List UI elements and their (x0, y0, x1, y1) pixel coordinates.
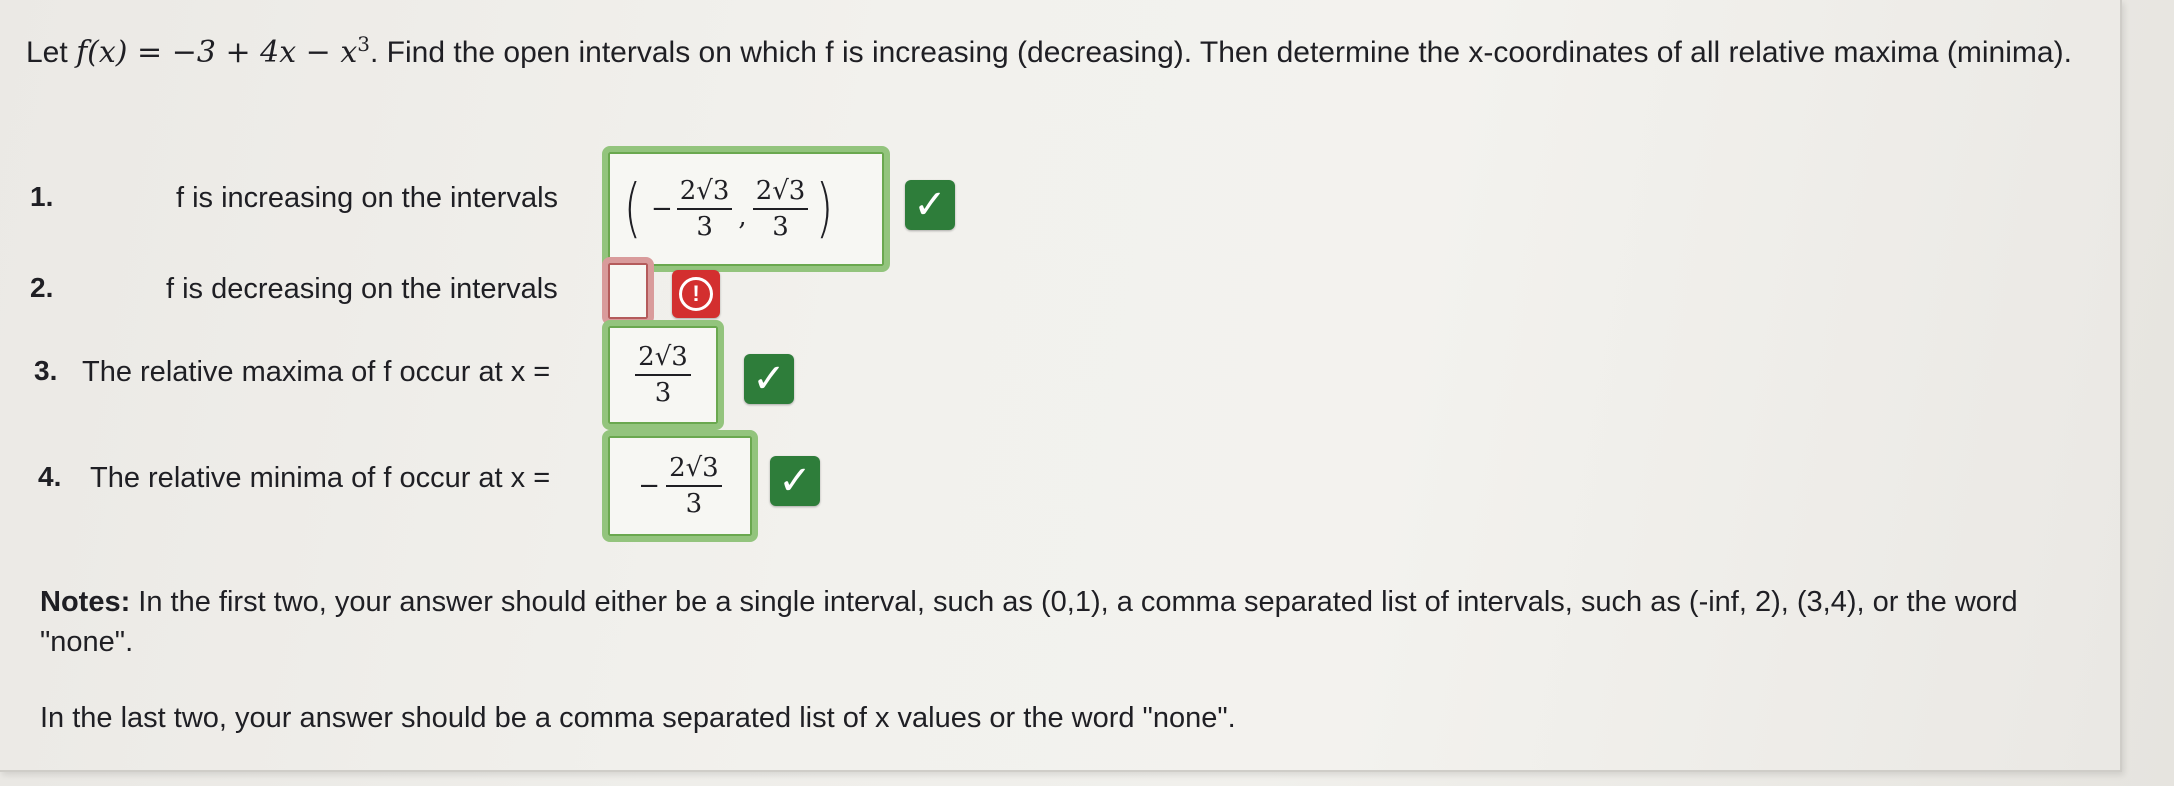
question-1-label: f is increasing on the intervals (176, 182, 559, 214)
correct-badge-3: ✓ (744, 354, 794, 404)
minus-sign: − (650, 194, 673, 224)
answer-box-4[interactable]: − 2√3 3 (602, 430, 758, 542)
check-icon: ✓ (778, 459, 812, 503)
denominator: 3 (654, 378, 672, 408)
answer-box-3[interactable]: 2√3 3 (602, 320, 724, 430)
notes-label: Notes: (40, 586, 131, 618)
answer-box-1[interactable]: ( − 2√3 3 , 2√3 3 ) (602, 146, 890, 272)
comma: , (738, 202, 747, 232)
notes-paragraph-2: In the last two, your answer should be a… (40, 702, 1236, 734)
correct-badge-4: ✓ (770, 456, 820, 506)
incorrect-badge-2: ! (672, 270, 720, 318)
question-3-label: The relative maxima of f occur at x = (82, 356, 551, 388)
correct-badge-1: ✓ (905, 180, 955, 230)
function-exponent: 3 (357, 32, 371, 56)
question-4-number: 4. (38, 461, 62, 492)
fraction: 2√3 3 (635, 342, 691, 408)
check-icon: ✓ (913, 183, 947, 227)
denominator: 3 (685, 489, 703, 519)
page-background: Let f(x) = −3 + 4x − x3. Find the open i… (0, 0, 2174, 786)
question-2-label: f is decreasing on the intervals (166, 273, 558, 305)
function-definition: f(x) = −3 + 4x − x (76, 35, 358, 70)
numerator: 2√3 (666, 453, 722, 487)
problem-statement: Let f(x) = −3 + 4x − x3. Find the open i… (26, 22, 2106, 75)
notes-paragraph-1: Notes: In the first two, your answer sho… (40, 582, 2090, 662)
fraction-lower: 2√3 3 (676, 176, 733, 242)
prompt-let: Let (26, 36, 68, 69)
fraction-upper: 2√3 3 (752, 176, 809, 242)
question-2-number: 2. (30, 272, 54, 303)
prompt-text: . Find the open intervals on which f is … (370, 36, 2072, 69)
question-1-number: 1. (30, 181, 54, 212)
denominator: 3 (696, 212, 713, 242)
question-card: Let f(x) = −3 + 4x − x3. Find the open i… (0, 0, 2122, 772)
right-paren: ) (816, 172, 834, 246)
question-4-label: The relative minima of f occur at x = (90, 462, 551, 494)
numerator: 2√3 (635, 342, 691, 376)
numerator: 2√3 (676, 176, 733, 210)
fraction: 2√3 3 (666, 453, 722, 519)
check-icon: ✓ (752, 357, 786, 401)
minus-sign: − (638, 471, 661, 501)
left-paren: ( (623, 172, 642, 246)
exclamation-circle-icon: ! (679, 277, 713, 311)
notes-text-1: In the first two, your answer should eit… (40, 586, 2018, 658)
question-3-number: 3. (34, 355, 58, 386)
numerator: 2√3 (752, 176, 809, 210)
answer-box-2[interactable] (602, 257, 654, 325)
denominator: 3 (772, 212, 789, 242)
